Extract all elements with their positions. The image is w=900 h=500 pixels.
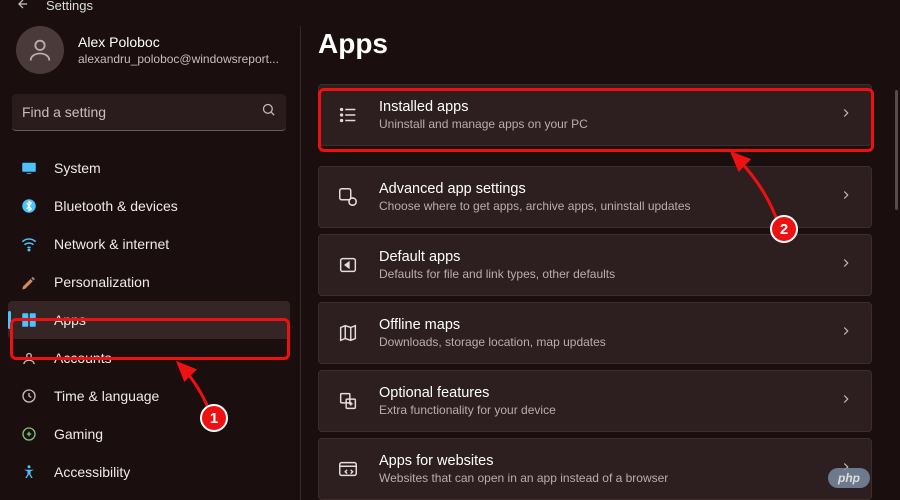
plus-box-icon xyxy=(337,390,359,412)
time-icon xyxy=(20,387,38,405)
card-desc: Websites that can open in an app instead… xyxy=(379,471,839,485)
sidebar-item-system[interactable]: System xyxy=(8,149,290,187)
watermark: php xyxy=(828,468,870,488)
profile-email: alexandru_poloboc@windowsreport... xyxy=(78,52,279,66)
card-default-apps[interactable]: Default apps Defaults for file and link … xyxy=(318,234,872,296)
titlebar: Settings xyxy=(8,0,290,10)
chevron-right-icon xyxy=(839,188,853,207)
sidebar-item-label: System xyxy=(54,160,101,176)
card-installed-apps[interactable]: Installed apps Uninstall and manage apps… xyxy=(318,84,872,146)
sidebar-item-label: Time & language xyxy=(54,388,159,404)
window-title: Settings xyxy=(46,0,93,13)
web-app-icon xyxy=(337,458,359,480)
chevron-right-icon xyxy=(839,392,853,411)
sidebar-item-label: Accounts xyxy=(54,350,112,366)
default-icon xyxy=(337,254,359,276)
card-title: Default apps xyxy=(379,249,839,265)
search-icon xyxy=(261,102,276,122)
sidebar-item-network[interactable]: Network & internet xyxy=(8,225,290,263)
brush-icon xyxy=(20,273,38,291)
card-title: Offline maps xyxy=(379,317,839,333)
sidebar: Settings Alex Poloboc alexandru_poloboc@… xyxy=(0,0,298,500)
gaming-icon xyxy=(20,425,38,443)
accounts-icon xyxy=(20,349,38,367)
sidebar-item-apps[interactable]: Apps xyxy=(8,301,290,339)
profile-name: Alex Poloboc xyxy=(78,34,279,50)
back-icon[interactable] xyxy=(16,0,30,14)
card-desc: Choose where to get apps, archive apps, … xyxy=(379,199,839,213)
card-title: Installed apps xyxy=(379,99,839,115)
sidebar-item-gaming[interactable]: Gaming xyxy=(8,415,290,453)
card-desc: Defaults for file and link types, other … xyxy=(379,267,839,281)
list-icon xyxy=(337,104,359,126)
card-offline-maps[interactable]: Offline maps Downloads, storage location… xyxy=(318,302,872,364)
sidebar-item-personalization[interactable]: Personalization xyxy=(8,263,290,301)
wifi-icon xyxy=(20,235,38,253)
sidebar-item-label: Gaming xyxy=(54,426,103,442)
sidebar-nav: System Bluetooth & devices Network & int… xyxy=(8,149,290,491)
sidebar-item-accounts[interactable]: Accounts xyxy=(8,339,290,377)
sidebar-item-accessibility[interactable]: Accessibility xyxy=(8,453,290,491)
sidebar-item-label: Network & internet xyxy=(54,236,169,252)
scrollbar[interactable] xyxy=(895,90,898,210)
profile-block[interactable]: Alex Poloboc alexandru_poloboc@windowsre… xyxy=(8,10,290,94)
sidebar-item-label: Accessibility xyxy=(54,464,130,480)
card-title: Optional features xyxy=(379,385,839,401)
search-input[interactable] xyxy=(22,104,261,120)
bluetooth-icon xyxy=(20,197,38,215)
page-title: Apps xyxy=(318,28,872,60)
search-box[interactable] xyxy=(12,94,286,131)
card-apps-for-websites[interactable]: Apps for websites Websites that can open… xyxy=(318,438,872,500)
sidebar-item-label: Bluetooth & devices xyxy=(54,198,178,214)
card-title: Apps for websites xyxy=(379,453,839,469)
card-title: Advanced app settings xyxy=(379,181,839,197)
sidebar-item-time[interactable]: Time & language xyxy=(8,377,290,415)
accessibility-icon xyxy=(20,463,38,481)
system-icon xyxy=(20,159,38,177)
card-desc: Uninstall and manage apps on your PC xyxy=(379,117,839,131)
card-desc: Extra functionality for your device xyxy=(379,403,839,417)
sidebar-item-label: Apps xyxy=(54,312,86,328)
avatar xyxy=(16,26,64,74)
apps-icon xyxy=(20,311,38,329)
app-gear-icon xyxy=(337,186,359,208)
card-optional-features[interactable]: Optional features Extra functionality fo… xyxy=(318,370,872,432)
map-icon xyxy=(337,322,359,344)
sidebar-item-label: Personalization xyxy=(54,274,150,290)
chevron-right-icon xyxy=(839,324,853,343)
card-desc: Downloads, storage location, map updates xyxy=(379,335,839,349)
chevron-right-icon xyxy=(839,256,853,275)
main-content: Apps Installed apps Uninstall and manage… xyxy=(298,0,900,500)
card-advanced-settings[interactable]: Advanced app settings Choose where to ge… xyxy=(318,166,872,228)
sidebar-item-bluetooth[interactable]: Bluetooth & devices xyxy=(8,187,290,225)
chevron-right-icon xyxy=(839,106,853,125)
